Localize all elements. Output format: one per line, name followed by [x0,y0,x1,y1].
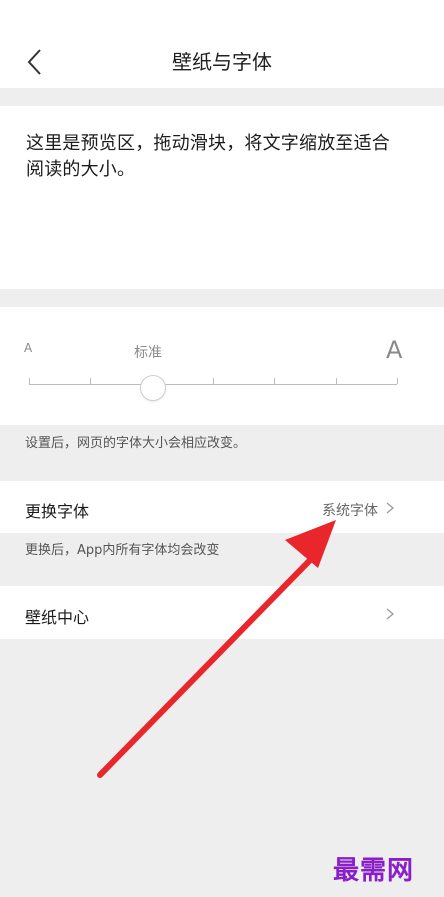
annotation-arrow [97,520,336,778]
watermark: 最需网 [333,856,415,886]
